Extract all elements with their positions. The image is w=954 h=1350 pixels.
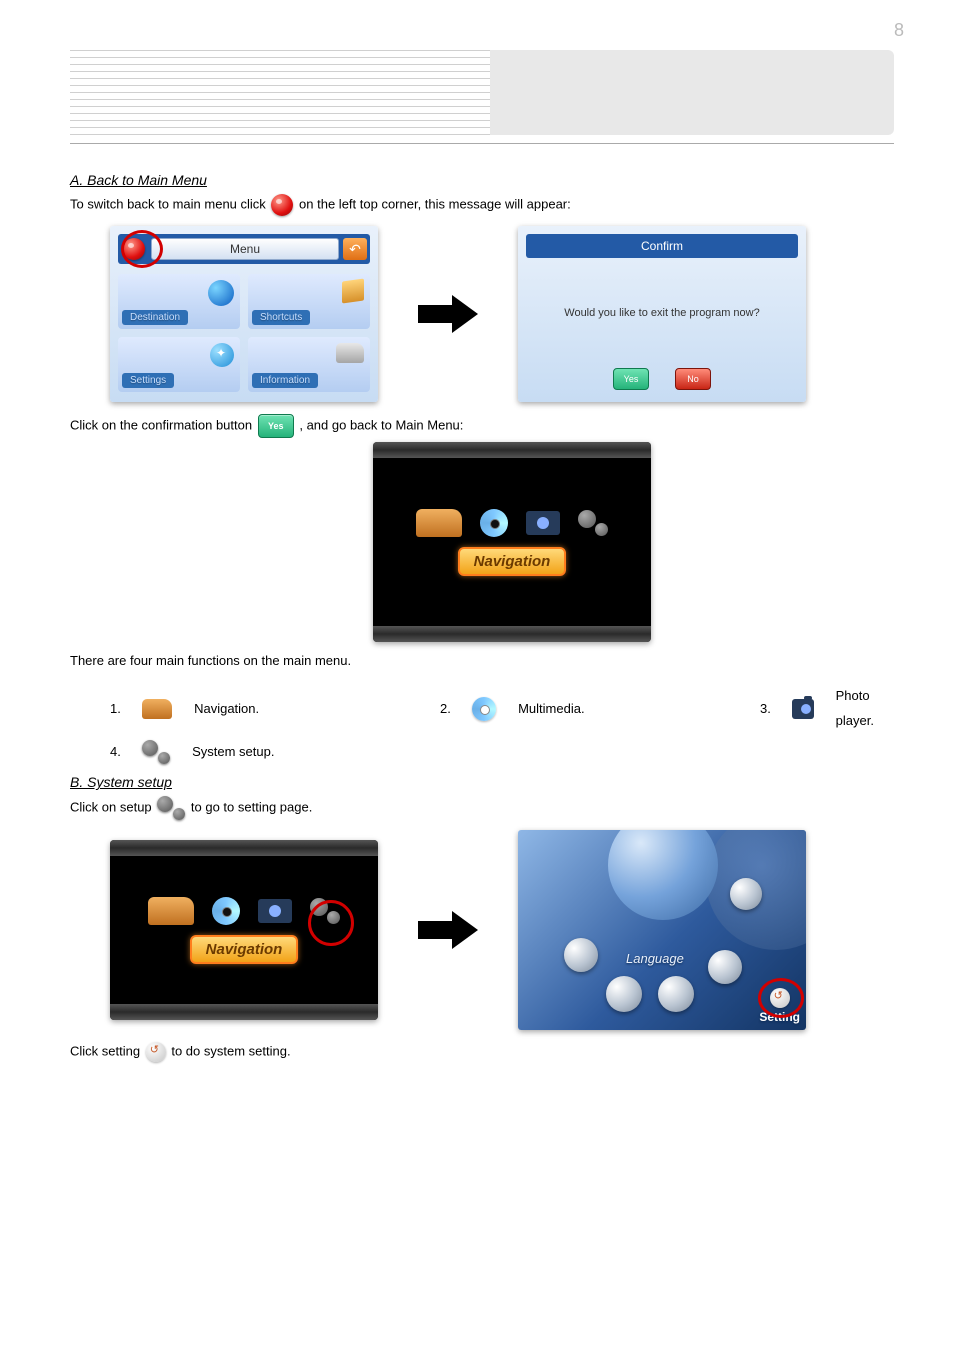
exit-icon [271,194,293,216]
main-functions-list: 1. Navigation. 2. Multimedia. 3. Photo p… [110,684,894,764]
page-number: 8 [894,20,904,41]
section-title-main-menu: A. Back to Main Menu [70,172,894,188]
arrow-icon [418,294,478,334]
menu-item-information[interactable]: Information [248,337,370,392]
disc-icon[interactable] [212,897,240,925]
arrow-icon [418,910,478,950]
menu-item-destination[interactable]: Destination [118,274,240,329]
globe-icon [608,830,718,920]
header-box [490,50,894,135]
wrench-icon [210,343,234,367]
mainmenu-screenshot-highlight: Navigation [110,840,378,1020]
confirm-screenshot: Confirm Would you like to exit the progr… [518,226,806,402]
navigation-label: Navigation [458,547,567,576]
yes-icon: Yes [258,414,294,438]
camera-icon[interactable] [258,899,292,923]
gear-icon [142,740,170,764]
header-row [70,50,894,135]
return-icon [146,1042,166,1062]
section-title-setup: B. System setup [70,774,894,790]
no-button[interactable]: No [675,368,711,390]
ruled-lines [70,50,490,135]
camera-icon[interactable] [526,511,560,535]
text-setup-step1: Click on setup to go to setting page. [70,796,894,820]
highlight-circle [308,900,354,946]
text-step2: Click on the confirmation button Yes , a… [70,414,894,438]
menu-titlebar: Menu ↶ [118,234,370,264]
yes-button[interactable]: Yes [613,368,649,390]
settings-screenshot: Language Setting [518,830,806,1030]
disc-icon [472,697,496,721]
settings-option[interactable] [658,976,694,1012]
car-icon[interactable] [416,509,462,537]
navigation-label: Navigation [190,935,299,964]
menu-item-settings[interactable]: Settings [118,337,240,392]
settings-option[interactable] [730,878,762,910]
language-label: Language [626,951,684,966]
car-icon[interactable] [148,897,194,925]
highlight-circle [758,978,804,1018]
back-icon[interactable]: ↶ [343,238,367,260]
camera-icon [792,699,814,719]
menu-screenshot: Menu ↶ Destination Shortcuts Settings In… [110,226,378,402]
text-step1: To switch back to main menu click on the… [70,194,894,216]
disc-icon[interactable] [480,509,508,537]
text-setup-step2: Click setting to do system setting. [70,1042,894,1062]
menu-title-label: Menu [151,238,339,260]
confirm-title: Confirm [526,234,798,258]
figure-row-2: Navigation Language Setting [110,830,894,1030]
highlight-circle [121,230,163,268]
settings-option[interactable] [606,976,642,1012]
text-fourfunctions: There are four main functions on the mai… [70,652,894,670]
car-icon [142,699,172,719]
figure-row-1: Menu ↶ Destination Shortcuts Settings In… [110,226,894,402]
globe-icon [208,280,234,306]
mainmenu-screenshot: Navigation [373,442,651,642]
confirm-message: Would you like to exit the program now? [526,258,798,368]
settings-option[interactable] [708,950,742,984]
gear-icon[interactable] [578,510,608,536]
divider [70,143,894,144]
car-icon [336,343,364,363]
gear-icon [157,796,185,820]
box-icon [342,278,364,303]
settings-option[interactable] [564,938,598,972]
menu-item-shortcuts[interactable]: Shortcuts [248,274,370,329]
